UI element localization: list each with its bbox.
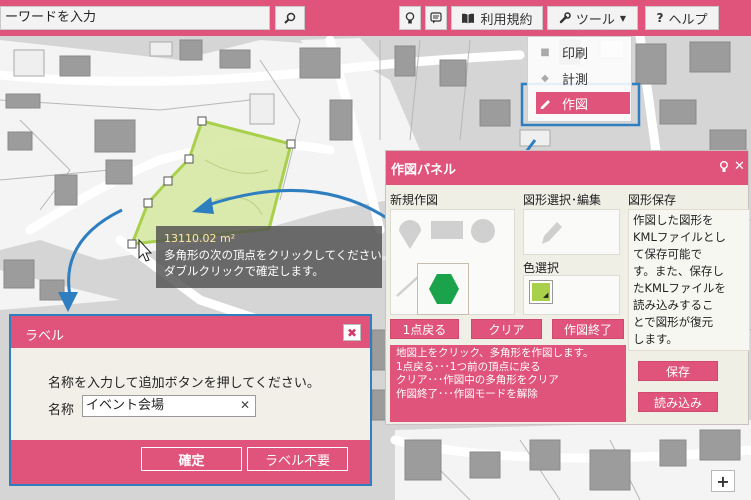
color-swatch-button[interactable]: ◢ [529,280,553,304]
caret-icon: ◢ [543,291,549,299]
circle-tool-icon[interactable] [469,217,497,245]
draw-panel: 作図パネル ✕ 新規作図 図形選択･編集 図形保存 色選択 ◢ 1点戻る クリア… [385,150,750,425]
label-dialog-title: ラベル [25,329,65,344]
tools-button[interactable]: ツール ▼ [547,6,638,30]
description-line: KMLファイルとし [633,230,726,244]
save-button[interactable]: 保存 [638,361,718,381]
menu-item-label: 印刷 [562,46,589,62]
new-drawing-heading: 新規作図 [390,193,439,207]
help-label: ヘルプ [668,12,708,28]
clear-button[interactable]: クリア [471,319,542,339]
lightbulb-icon [405,11,415,23]
no-label-button[interactable]: ラベル不要 [247,447,348,471]
pencil-icon [542,222,562,244]
color-select-heading: 色選択 [523,261,560,275]
name-input[interactable]: イベント会場 [82,395,256,417]
menu-item-label: 計測 [562,72,589,88]
description-line: て保存可能で [633,247,702,261]
shape-select-box[interactable] [523,209,620,255]
top-bar: ーワードを入力 利用規約 ツール ▼ ? ヘルプ [0,0,751,36]
draw-panel-title: 作図パネル [391,163,457,178]
description-line: 作図した図形を [633,213,714,227]
search-icon [284,12,296,24]
point-tool-icon[interactable] [395,213,425,251]
draw-instructions: 地図上をクリック、多角形を作図します。 1点戻る･･･1つ前の頂点に戻る クリア… [390,345,626,422]
zoom-in-button[interactable]: + [711,470,735,492]
area-readout: 13110.02 m² [164,232,236,245]
confirm-button[interactable]: 確定 [141,447,242,471]
draw-panel-header: 作図パネル ✕ [386,151,748,185]
terms-label: 利用規約 [480,12,533,28]
measure-icon: ◆ [541,72,549,84]
save-shape-description: 作図した図形を KMLファイルとし て保存可能で す。また、保存し たKMLファ… [628,209,750,351]
description-line: す。また、保存し [633,264,724,278]
menu-item-draw[interactable]: 作図 [536,92,630,114]
wrench-icon [559,12,571,24]
name-field-label: 名称 [48,403,75,418]
shape-select-heading: 図形選択･編集 [523,193,602,207]
tooltip-line: 多角形の次の頂点をクリックしてください。 [164,248,394,262]
print-icon: ■ [540,46,550,58]
tools-menu: ■ 印刷 ◆ 計測 作図 [527,36,632,122]
caret-down-icon: ▼ [619,13,627,23]
hexagon-icon [429,274,459,304]
comment-button[interactable] [425,6,447,30]
tools-label: ツール [575,12,615,28]
description-line: 読み込みするこ [633,298,714,312]
description-line: とで図形が復元 [633,315,714,329]
description-line: たKMLファイルを [633,281,726,295]
close-icon[interactable]: ✖ [343,324,361,341]
search-button[interactable] [275,6,305,30]
label-dialog: ラベル ✖ 名称を入力して追加ボタンを押してください。 名称 イベント会場 ✕ … [9,314,372,486]
instruction-line: クリア･･･作図中の多角形をクリア [396,374,559,386]
finish-drawing-button[interactable]: 作図終了 [552,319,624,339]
save-shape-heading: 図形保存 [628,193,677,207]
tooltip-line: ダブルクリックで確定します。 [164,264,324,278]
pencil-icon [540,100,550,109]
help-button[interactable]: ? ヘルプ [645,6,719,30]
load-button[interactable]: 読み込み [638,392,718,412]
idea-button[interactable] [399,6,421,30]
pin-icon[interactable] [719,161,729,173]
close-icon[interactable]: ✕ [734,159,745,174]
menu-item-measure[interactable]: ◆ 計測 [536,67,630,89]
rectangle-tool-icon[interactable] [429,219,465,241]
label-dialog-message: 名称を入力して追加ボタンを押してください。 [48,376,320,391]
instruction-line: 地図上をクリック、多角形を作図します。 [396,347,594,359]
book-icon [462,13,475,23]
comment-icon [430,12,442,24]
drawing-tooltip: 13110.02 m² 多角形の次の頂点をクリックしてください。 ダブルクリック… [156,226,394,288]
description-line: します。 [633,332,678,346]
menu-item-print[interactable]: ■ 印刷 [536,41,630,63]
terms-button[interactable]: 利用規約 [451,6,543,30]
label-dialog-header: ラベル ✖ [11,316,370,348]
question-icon: ? [656,11,664,25]
undo-point-button[interactable]: 1点戻る [390,319,459,339]
instruction-line: 1点戻る･･･1つ前の頂点に戻る [396,360,541,373]
menu-item-label: 作図 [562,97,589,113]
search-input[interactable]: ーワードを入力 [0,6,270,30]
polygon-tool-button[interactable] [417,263,469,315]
clear-input-icon[interactable]: ✕ [240,398,250,412]
instruction-line: 作図終了･･･作図モードを解除 [396,387,538,400]
